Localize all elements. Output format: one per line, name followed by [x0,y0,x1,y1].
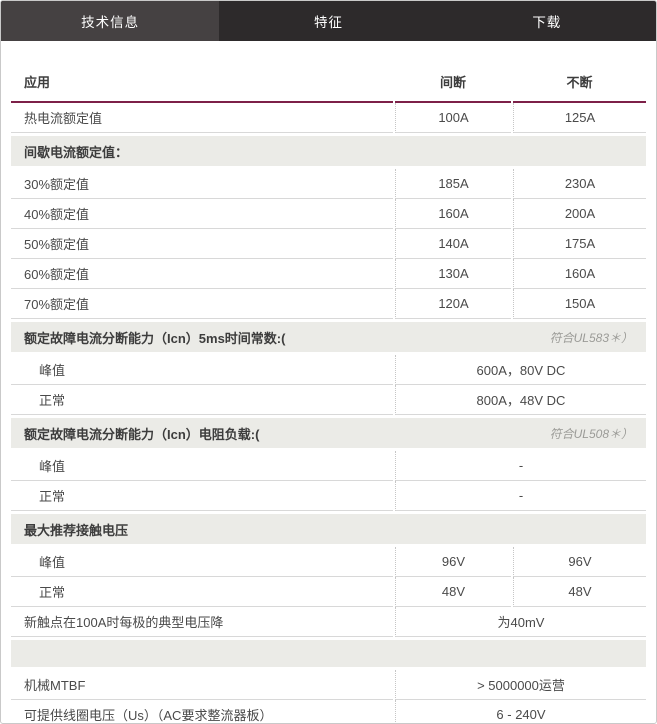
table-row: 可提供线圈电压（Us）（AC要求整流器板）6 - 240V [11,700,646,724]
spec-table: 应用 间断 不断 热电流额定值100A125A 间歇电流额定值： 30%额定值185… [1,64,656,724]
row-value-span: 为40mV [395,607,646,637]
tab-downloads[interactable]: 下载 [438,1,656,41]
row-value-intermittent: 48V [395,577,511,607]
table-row: 正常48V48V [11,577,646,607]
row-label: 30%额定值 [11,169,393,199]
section-compliance-note: 符合UL583＊） [550,329,633,346]
row-value-intermittent: 160A [395,199,511,229]
row-value-continuous: 96V [513,547,646,577]
row-label: 可提供线圈电压（Us）（AC要求整流器板） [11,700,393,724]
row-label: 50%额定值 [11,229,393,259]
table-row: 70%额定值120A150A [11,289,646,319]
row-value-continuous: 200A [513,199,646,229]
section-header-row [11,640,646,667]
tab-bar: 技术信息特征下载 [1,1,656,41]
section-label: 间歇电流额定值： [24,142,128,161]
section-label: 最大推荐接触电压 [24,520,128,539]
table-row: 60%额定值130A160A [11,259,646,289]
row-value-span: 600A，80V DC [395,355,646,385]
row-value-continuous: 150A [513,289,646,319]
tab-technical-info[interactable]: 技术信息 [1,1,219,41]
table-row: 40%额定值160A200A [11,199,646,229]
row-label: 60%额定值 [11,259,393,289]
row-value-intermittent: 100A [395,103,511,133]
section-header-row: 间歇电流额定值： [11,136,646,166]
row-label: 峰值 [11,355,393,385]
section-header-row: 额定故障电流分断能力（Icn）5ms时间常数:( 符合UL583＊） [11,322,646,352]
table-row: 正常800A，48V DC [11,385,646,415]
row-value-intermittent: 130A [395,259,511,289]
row-label: 峰值 [11,547,393,577]
table-row: 新触点在100A时每极的典型电压降为40mV [11,607,646,637]
header-continuous: 不断 [513,64,646,103]
row-value-intermittent: 185A [395,169,511,199]
spec-page: 技术信息特征下载 应用 间断 不断 热电流额定值100A125A 间歇电流额定值：… [0,0,657,724]
table-row: 峰值- [11,451,646,481]
row-value-intermittent: 96V [395,547,511,577]
section-label: 额定故障电流分断能力（Icn）5ms时间常数:( [24,328,285,347]
row-value-continuous: 230A [513,169,646,199]
row-value-span: 6 - 240V [395,700,646,724]
row-value-span: - [395,481,646,511]
row-label: 正常 [11,577,393,607]
table-row: 50%额定值140A175A [11,229,646,259]
row-label: 新触点在100A时每极的典型电压降 [11,607,393,637]
row-value-intermittent: 140A [395,229,511,259]
row-value-span: - [395,451,646,481]
row-label: 热电流额定值 [11,103,393,133]
header-intermittent: 间断 [395,64,511,103]
row-label: 40%额定值 [11,199,393,229]
row-value-span: > 5000000运营 [395,670,646,700]
table-row: 正常- [11,481,646,511]
tab-features[interactable]: 特征 [219,1,437,41]
row-value-span: 800A，48V DC [395,385,646,415]
section-header-row: 额定故障电流分断能力（Icn）电阻负载:( 符合UL508＊） [11,418,646,448]
section-header-row: 最大推荐接触电压 [11,514,646,544]
row-label: 机械MTBF [11,670,393,700]
row-label: 70%额定值 [11,289,393,319]
table-body: 热电流额定值100A125A间歇电流额定值：30%额定值185A230A40%额… [11,103,646,724]
section-compliance-note: 符合UL508＊） [550,425,633,442]
table-row: 峰值96V96V [11,547,646,577]
row-value-continuous: 175A [513,229,646,259]
row-value-continuous: 48V [513,577,646,607]
row-value-continuous: 160A [513,259,646,289]
row-label: 峰值 [11,451,393,481]
table-row: 热电流额定值100A125A [11,103,646,133]
table-row: 30%额定值185A230A [11,169,646,199]
table-header-row: 应用 间断 不断 [11,64,646,103]
header-application: 应用 [11,64,393,103]
section-label: 额定故障电流分断能力（Icn）电阻负载:( [24,424,259,443]
row-value-continuous: 125A [513,103,646,133]
row-value-intermittent: 120A [395,289,511,319]
row-label: 正常 [11,385,393,415]
row-label: 正常 [11,481,393,511]
table-row: 峰值600A，80V DC [11,355,646,385]
table-row: 机械MTBF> 5000000运营 [11,670,646,700]
